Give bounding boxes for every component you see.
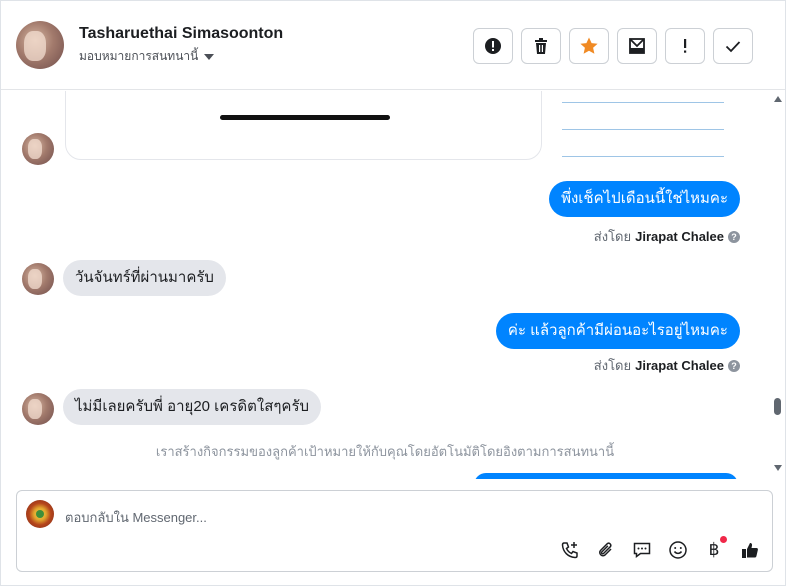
incoming-message[interactable]: ไม่มีเลยครับพี่ อายุ20 เครดิตใสๆครับ [63, 389, 322, 425]
contact-avatar[interactable] [16, 21, 64, 69]
emoji-icon [669, 541, 687, 559]
conversation-header: Tasharuethai Simasoonton มอบหมายการสนทนา… [1, 1, 785, 90]
sender-avatar [22, 393, 54, 425]
inbox-conversation-panel: Tasharuethai Simasoonton มอบหมายการสนทนา… [0, 0, 786, 586]
notification-dot [720, 536, 727, 543]
sender-name: Jirapat Chalee [635, 229, 724, 244]
scroll-up-arrow-icon[interactable] [774, 96, 782, 102]
mark-done-button[interactable] [713, 28, 753, 64]
system-note: เราสร้างกิจกรรมของลูกค้าเป้าหมายให้กับคุ… [155, 444, 615, 459]
outgoing-message[interactable]: ค่ะ แล้วลูกค้ามีผ่อนอะไรอยู่ไหมคะ [495, 313, 740, 349]
card-home-indicator [220, 115, 390, 120]
preview-lines [562, 102, 724, 183]
saved-replies-button[interactable] [631, 539, 653, 561]
payment-icon: ฿ [708, 540, 720, 560]
outgoing-message[interactable]: พึ่งเช็คไปเดือนนี้ใช่ไหมคะ [549, 181, 740, 217]
reply-input[interactable]: ตอบกลับใน Messenger... [65, 507, 665, 528]
assign-conversation-dropdown[interactable]: มอบหมายการสนทนานี้ [79, 47, 215, 66]
shared-attachment-card[interactable] [65, 91, 542, 160]
report-button[interactable] [473, 28, 513, 64]
star-button[interactable] [569, 28, 609, 64]
page-avatar [26, 500, 54, 528]
reply-composer[interactable]: ตอบกลับใน Messenger... ฿ [16, 490, 773, 572]
message-thread[interactable]: พึ่งเช็คไปเดือนนี้ใช่ไหมคะ ส่งโดย Jirapa… [1, 91, 769, 479]
check-icon [725, 41, 741, 53]
contact-name[interactable]: Tasharuethai Simasoonton [79, 25, 283, 43]
star-icon [580, 37, 598, 54]
delete-button[interactable] [521, 28, 561, 64]
composer-toolbar: ฿ [559, 536, 761, 561]
like-button[interactable] [739, 539, 761, 561]
trash-icon [535, 38, 547, 54]
sent-by-label: ส่งโดย Jirapat Chalee ? [594, 226, 740, 247]
like-icon [742, 543, 758, 558]
scroll-down-arrow-icon[interactable] [774, 465, 782, 471]
sender-avatar [22, 133, 54, 165]
add-call-button[interactable] [559, 539, 581, 561]
help-icon[interactable]: ? [728, 359, 740, 372]
header-toolbar [473, 28, 753, 64]
attachment-button[interactable] [595, 539, 617, 561]
sender-avatar [22, 263, 54, 295]
mark-important-button[interactable] [665, 28, 705, 64]
help-icon[interactable]: ? [728, 230, 740, 243]
sent-by-label: ส่งโดย Jirapat Chalee ? [594, 355, 740, 376]
thread-scrollbar[interactable] [771, 91, 785, 479]
sender-name: Jirapat Chalee [635, 358, 724, 373]
emoji-button[interactable] [667, 539, 689, 561]
scrollbar-thumb[interactable] [774, 398, 781, 415]
outgoing-message-partial [474, 473, 738, 479]
report-icon [485, 38, 501, 54]
caret-down-icon [204, 53, 215, 60]
saved-replies-icon [633, 542, 651, 558]
assign-label: มอบหมายการสนทนานี้ [79, 49, 199, 63]
archive-icon [629, 38, 645, 54]
add-call-icon [561, 542, 578, 559]
payment-button[interactable]: ฿ [703, 536, 727, 561]
attachment-icon [599, 542, 612, 557]
archive-button[interactable] [617, 28, 657, 64]
exclamation-icon [684, 39, 687, 53]
incoming-message[interactable]: วันจันทร์ที่ผ่านมาครับ [63, 260, 226, 296]
